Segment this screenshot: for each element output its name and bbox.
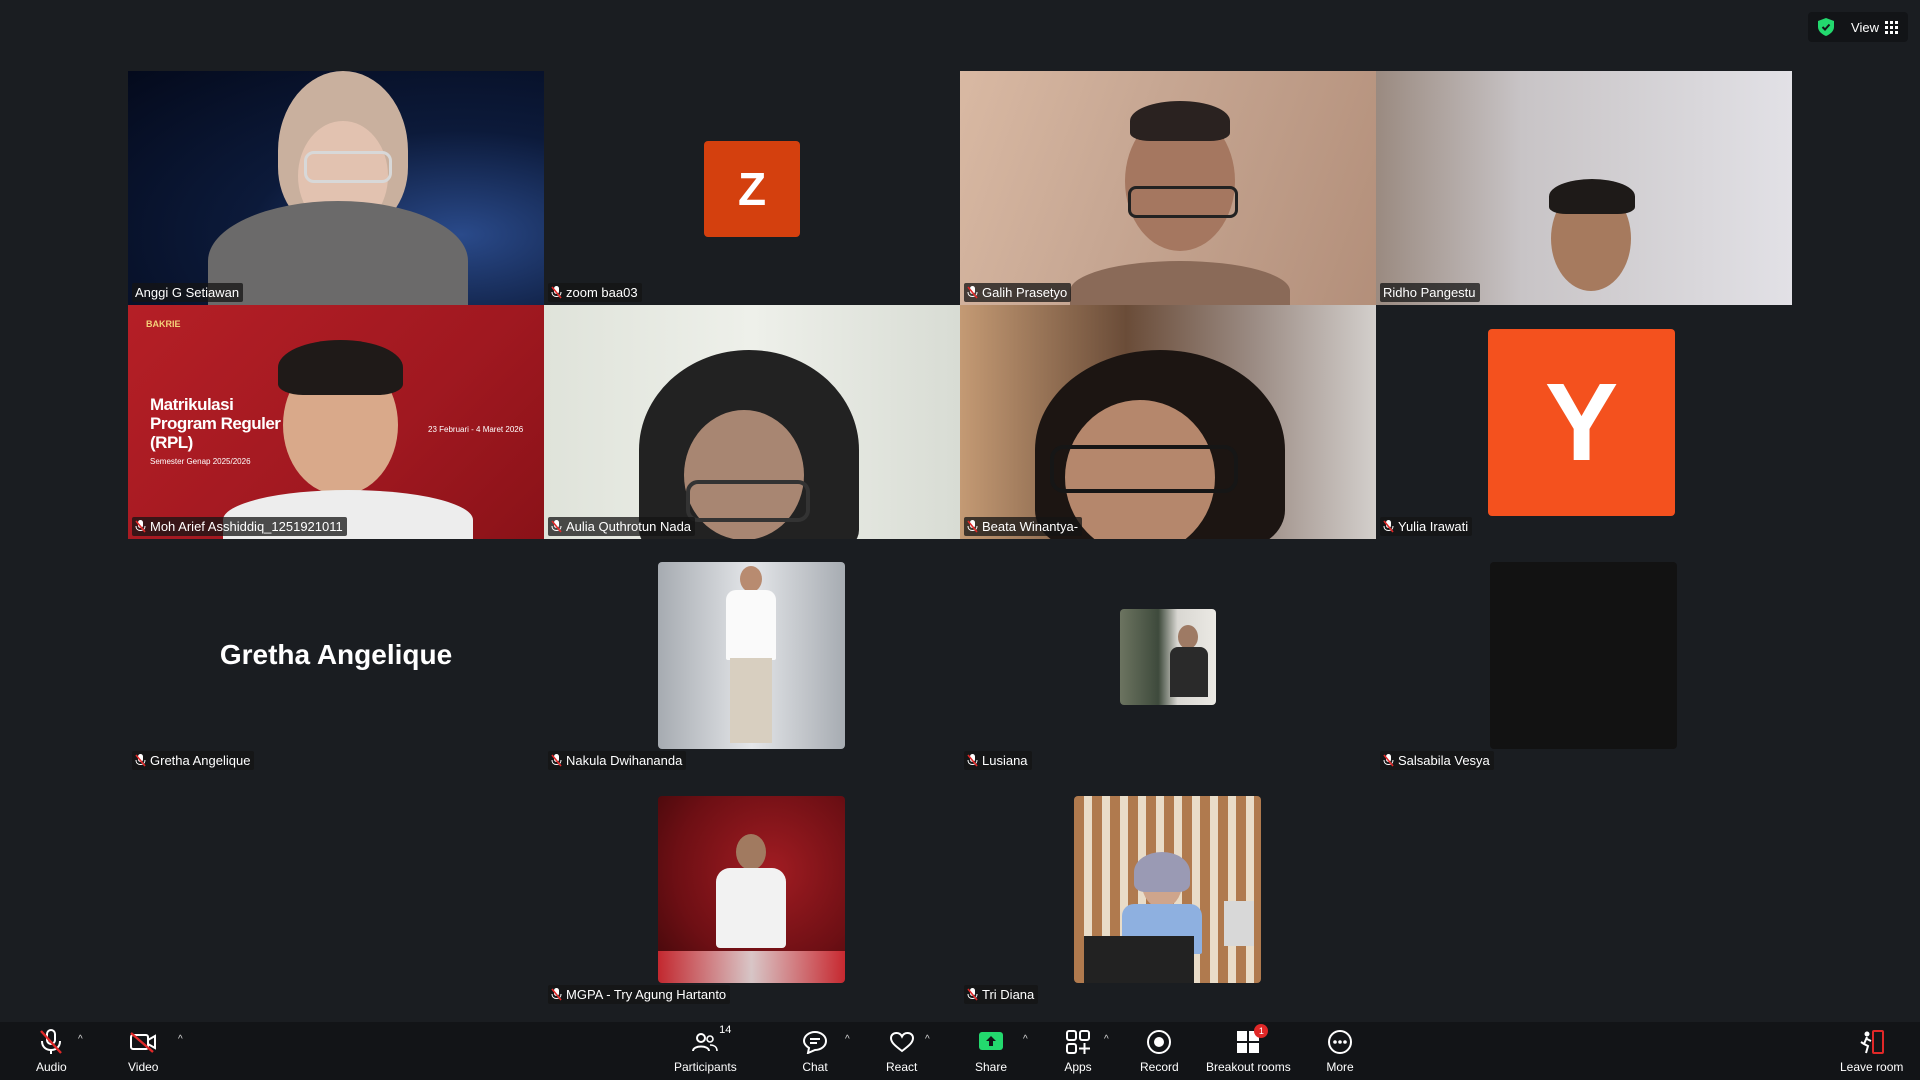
- virtual-background: BAKRIE Matrikulasi Program Reguler (RPL)…: [128, 305, 544, 539]
- shield-check-icon[interactable]: [1818, 18, 1834, 36]
- mic-off-icon: [967, 754, 978, 767]
- share-button[interactable]: Share: [975, 1028, 1007, 1074]
- video-tile-mgpa[interactable]: MGPA - Try Agung Hartanto: [544, 773, 960, 1007]
- mic-muted-icon: [40, 1029, 63, 1054]
- video-tile-arief[interactable]: BAKRIE Matrikulasi Program Reguler (RPL)…: [128, 305, 544, 539]
- chat-button[interactable]: Chat: [801, 1028, 829, 1074]
- video-tile-lusiana[interactable]: Lusiana: [960, 539, 1376, 773]
- mic-off-icon: [1383, 520, 1394, 533]
- participant-display-name: Gretha Angelique: [219, 639, 453, 670]
- mic-off-icon: [551, 520, 562, 533]
- video-tile-nakula[interactable]: Nakula Dwihananda: [544, 539, 960, 773]
- video-tile-yulia[interactable]: Y Yulia Irawati: [1376, 305, 1792, 539]
- react-options-chevron-up-icon[interactable]: ^: [925, 1034, 930, 1045]
- share-screen-icon: [979, 1032, 1004, 1050]
- video-button[interactable]: Video: [128, 1028, 158, 1074]
- video-feed: [128, 71, 544, 305]
- video-options-chevron-up-icon[interactable]: ^: [178, 1034, 183, 1045]
- more-icon: [1328, 1030, 1352, 1054]
- participant-name: Lusiana: [964, 751, 1032, 770]
- participants-count: 14: [719, 1024, 732, 1036]
- apps-button[interactable]: Apps: [1064, 1028, 1092, 1074]
- mic-off-icon: [135, 520, 146, 533]
- brand-logo: BAKRIE: [146, 319, 181, 329]
- participant-name: MGPA - Try Agung Hartanto: [548, 985, 731, 1004]
- participant-name: Gretha Angelique: [132, 751, 255, 770]
- participants-icon: [692, 1033, 719, 1052]
- grid-icon: [1885, 20, 1898, 34]
- apps-icon: [1066, 1030, 1090, 1054]
- video-muted-icon: [130, 1032, 157, 1053]
- video-feed: [1376, 71, 1792, 305]
- participant-name: Salsabila Vesya: [1380, 751, 1494, 770]
- chat-options-chevron-up-icon[interactable]: ^: [845, 1034, 850, 1045]
- video-tile-aulia[interactable]: Aulia Quthrotun Nada: [544, 305, 960, 539]
- mic-off-icon: [551, 754, 562, 767]
- video-tile-beata[interactable]: Beata Winantya-: [960, 305, 1376, 539]
- mic-off-icon: [551, 988, 562, 1001]
- video-tile-zoom-baa03[interactable]: Z zoom baa03: [544, 71, 960, 305]
- video-tile-salsabila[interactable]: Salsabila Vesya: [1376, 539, 1792, 773]
- record-button[interactable]: Record: [1140, 1028, 1179, 1074]
- audio-options-chevron-up-icon[interactable]: ^: [78, 1034, 83, 1045]
- video-feed: [544, 305, 960, 539]
- participant-name: Galih Prasetyo: [964, 283, 1072, 302]
- record-icon: [1147, 1030, 1172, 1054]
- mic-off-icon: [967, 286, 978, 299]
- video-tile-galih[interactable]: Galih Prasetyo: [960, 71, 1376, 305]
- more-button[interactable]: More: [1326, 1028, 1354, 1074]
- profile-picture: [658, 562, 845, 749]
- mic-off-icon: [967, 520, 978, 533]
- mic-off-icon: [135, 754, 146, 767]
- profile-picture: [1490, 562, 1677, 749]
- video-feed: [960, 71, 1376, 305]
- participant-name: Tri Diana: [964, 985, 1039, 1004]
- slide-title: Matrikulasi Program Reguler (RPL): [150, 395, 281, 452]
- profile-picture: [658, 796, 845, 983]
- profile-picture: [1074, 796, 1261, 983]
- video-tile-tri[interactable]: Tri Diana: [960, 773, 1376, 1007]
- participant-name: Nakula Dwihananda: [548, 751, 687, 770]
- video-tile-gretha[interactable]: Gretha Angelique Gretha Angelique: [128, 539, 544, 773]
- heart-icon: [889, 1031, 914, 1053]
- slide-semester: Semester Genap 2025/2026: [150, 457, 251, 466]
- avatar: Y: [1488, 329, 1675, 516]
- video-tile-anggi[interactable]: Anggi G Setiawan: [128, 71, 544, 305]
- view-button[interactable]: View: [1851, 20, 1898, 35]
- participant-name: Moh Arief Asshiddiq_1251921011: [132, 517, 347, 536]
- audio-button[interactable]: Audio: [36, 1028, 67, 1074]
- view-label: View: [1851, 19, 1879, 35]
- participant-name: Yulia Irawati: [1380, 517, 1473, 536]
- meeting-toolbar: Audio ^ Video ^ 14 Participants Chat ^ R…: [0, 1022, 1920, 1080]
- chat-icon: [802, 1030, 828, 1054]
- participant-name: Aulia Quthrotun Nada: [548, 517, 696, 536]
- breakout-notification-badge: 1: [1254, 1024, 1269, 1038]
- top-right-controls: View: [1808, 12, 1908, 42]
- avatar: Z: [704, 141, 800, 237]
- video-tile-ridho[interactable]: Ridho Pangestu: [1376, 71, 1792, 305]
- slide-dates: 23 Februari - 4 Maret 2026: [428, 425, 524, 434]
- participant-name: Anggi G Setiawan: [132, 283, 244, 302]
- participant-name: Beata Winantya-: [964, 517, 1083, 536]
- apps-options-chevron-up-icon[interactable]: ^: [1104, 1034, 1109, 1045]
- mic-off-icon: [967, 988, 978, 1001]
- mic-off-icon: [1383, 754, 1394, 767]
- leave-room-button[interactable]: Leave room: [1840, 1028, 1903, 1074]
- participant-name: Ridho Pangestu: [1380, 283, 1480, 302]
- participant-name: zoom baa03: [548, 283, 642, 302]
- video-feed: [960, 305, 1376, 539]
- breakout-rooms-button[interactable]: 1 Breakout rooms: [1206, 1024, 1291, 1074]
- leave-icon: [1860, 1030, 1884, 1054]
- share-options-chevron-up-icon[interactable]: ^: [1023, 1034, 1028, 1045]
- mic-off-icon: [551, 286, 562, 299]
- profile-picture: [1120, 609, 1216, 705]
- participants-button[interactable]: 14 Participants: [674, 1024, 737, 1074]
- react-button[interactable]: React: [886, 1028, 917, 1074]
